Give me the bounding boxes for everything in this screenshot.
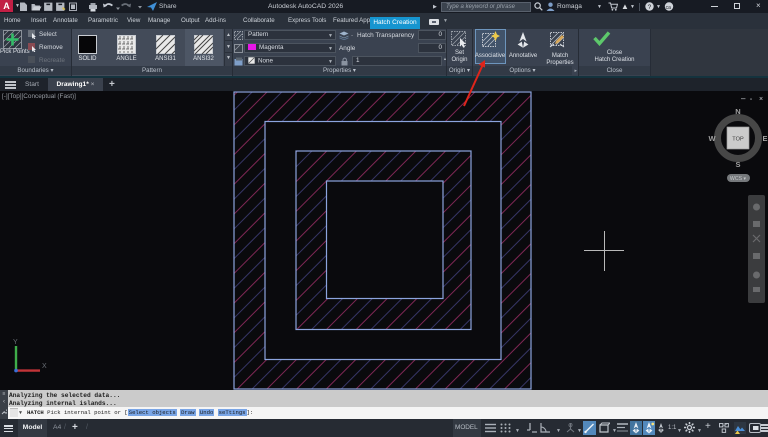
svg-text:W: W [708, 134, 716, 143]
svg-text:×: × [759, 96, 763, 103]
svg-text:N: N [735, 107, 740, 116]
svg-text:X: X [42, 363, 47, 370]
svg-text:WCS ▾: WCS ▾ [730, 176, 747, 182]
svg-text:E: E [762, 134, 767, 143]
svg-text:ca: ca [666, 5, 672, 11]
svg-text:Y: Y [13, 339, 18, 346]
svg-text:▫: ▫ [750, 97, 752, 103]
svg-text:TOP: TOP [732, 137, 744, 143]
svg-text:–: – [741, 94, 746, 103]
svg-text:?: ? [648, 4, 652, 11]
svg-text:S: S [735, 160, 740, 169]
